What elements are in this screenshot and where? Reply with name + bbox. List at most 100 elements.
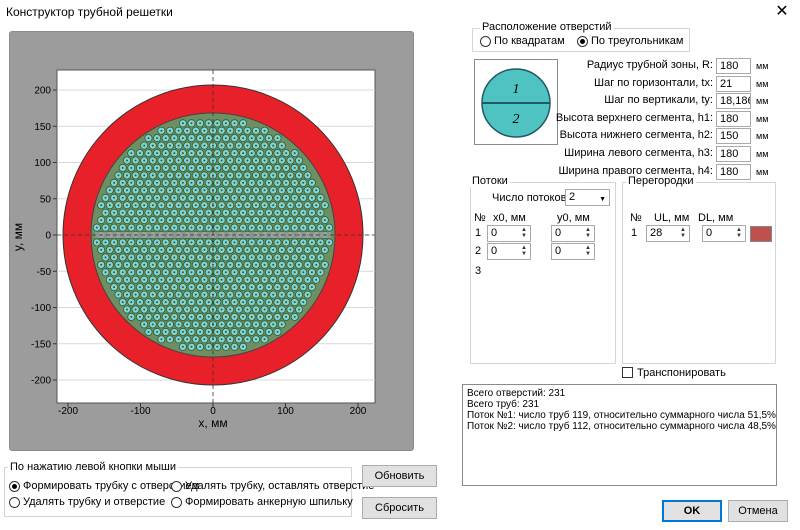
tube-center bbox=[160, 278, 163, 281]
tube-center bbox=[242, 181, 245, 184]
param-input[interactable]: 180 bbox=[716, 146, 751, 162]
tube-center bbox=[224, 166, 227, 169]
tube-center bbox=[229, 263, 232, 266]
tube-center bbox=[100, 263, 103, 266]
partition-color-swatch[interactable] bbox=[750, 226, 772, 242]
tube-center bbox=[319, 241, 322, 244]
tube-center bbox=[220, 204, 223, 207]
tube-center bbox=[186, 323, 189, 326]
results-log[interactable]: Всего отверстий: 231 Всего труб: 231 Поток… bbox=[462, 384, 777, 486]
tube-center bbox=[203, 338, 206, 341]
chevron-down-icon[interactable]: ▼ bbox=[599, 193, 606, 207]
spin-arrows-icon[interactable]: ▲ ▼ bbox=[519, 227, 529, 240]
tube-center bbox=[160, 338, 163, 341]
flow-y0-stepper[interactable]: 0 ▲ ▼ bbox=[551, 225, 595, 242]
partition-ul-stepper[interactable]: 28 ▲ ▼ bbox=[646, 225, 690, 242]
tube-center bbox=[147, 166, 150, 169]
partition-dl-stepper[interactable]: 0 ▲ ▼ bbox=[702, 225, 746, 242]
tube-center bbox=[177, 323, 180, 326]
tube-center bbox=[216, 345, 219, 348]
tube-center bbox=[272, 248, 275, 251]
tube-center bbox=[199, 301, 202, 304]
tube-center bbox=[134, 174, 137, 177]
tube-center bbox=[186, 308, 189, 311]
tube-center bbox=[177, 219, 180, 222]
tube-center bbox=[259, 226, 262, 229]
close-icon[interactable]: ✕ bbox=[768, 2, 796, 22]
tube-center bbox=[276, 196, 279, 199]
tube-center bbox=[272, 308, 275, 311]
flow-row-no: 2 bbox=[475, 245, 482, 257]
reset-button[interactable]: Сбросить bbox=[362, 497, 437, 519]
tube-center bbox=[151, 323, 154, 326]
radio-form-tube-hole[interactable] bbox=[9, 481, 20, 492]
flow-y0-stepper[interactable]: 0 ▲ ▼ bbox=[551, 243, 595, 260]
tube-center bbox=[100, 204, 103, 207]
tube-center bbox=[259, 330, 262, 333]
param-input[interactable]: 21 bbox=[716, 75, 751, 92]
tube-center bbox=[315, 263, 318, 266]
tube-center bbox=[323, 204, 326, 207]
tube-center bbox=[203, 159, 206, 162]
flow-x0-stepper[interactable]: 0 ▲ ▼ bbox=[487, 243, 531, 260]
tube-center bbox=[280, 323, 283, 326]
tube-center bbox=[151, 144, 154, 147]
param-input[interactable]: 180 bbox=[716, 58, 751, 74]
tube-center bbox=[293, 226, 296, 229]
tube-center bbox=[255, 204, 257, 207]
mouse-action-group-label: По нажатию левой кнопки мыши bbox=[8, 461, 178, 473]
radio-form-anchor[interactable] bbox=[171, 497, 182, 508]
tube-center bbox=[246, 144, 249, 147]
tube-center bbox=[147, 226, 150, 229]
tube-center bbox=[151, 308, 154, 311]
radio-triangle[interactable] bbox=[577, 36, 588, 47]
ok-button[interactable]: OK bbox=[662, 500, 722, 522]
param-input[interactable]: 180 bbox=[716, 163, 751, 180]
y-tick-label: -100 bbox=[31, 303, 51, 314]
tube-center bbox=[186, 278, 189, 281]
tube-center bbox=[293, 211, 296, 214]
param-label: Высота нижнего сегмента, h2: bbox=[559, 129, 713, 142]
param-input[interactable]: 150 bbox=[716, 128, 751, 145]
tube-center bbox=[181, 256, 184, 259]
tube-center bbox=[224, 345, 227, 348]
tube-center bbox=[216, 196, 219, 199]
cancel-button[interactable]: Отмена bbox=[728, 500, 788, 522]
tube-center bbox=[186, 293, 189, 296]
tube-center bbox=[224, 152, 227, 155]
transpose-checkbox[interactable] bbox=[622, 367, 633, 378]
tube-center bbox=[323, 248, 326, 251]
radio-square[interactable] bbox=[480, 36, 491, 47]
spin-arrows-icon[interactable]: ▲ ▼ bbox=[519, 245, 529, 258]
tube-center bbox=[156, 330, 159, 333]
segment-preview-graphic: 1 2 bbox=[481, 68, 551, 138]
spin-arrows-icon[interactable]: ▲ ▼ bbox=[583, 245, 593, 258]
tube-center bbox=[237, 144, 240, 147]
spin-arrows-icon[interactable]: ▲ ▼ bbox=[734, 227, 744, 240]
radio-remove-tube-keep-hole[interactable] bbox=[171, 481, 182, 492]
tube-center bbox=[328, 241, 331, 244]
tube-center bbox=[229, 189, 232, 192]
radio-remove-tube-and-hole[interactable] bbox=[9, 497, 20, 508]
tube-center bbox=[328, 226, 331, 229]
tube-center bbox=[250, 315, 253, 318]
spin-arrows-icon[interactable]: ▲ ▼ bbox=[583, 227, 593, 240]
tube-center bbox=[138, 315, 141, 318]
param-input[interactable]: 18,1865 bbox=[716, 93, 751, 110]
flow-x0-stepper[interactable]: 0 ▲ ▼ bbox=[487, 225, 531, 242]
tube-center bbox=[130, 241, 133, 244]
tube-center bbox=[246, 204, 249, 207]
refresh-button[interactable]: Обновить bbox=[362, 465, 437, 487]
tube-center bbox=[143, 323, 146, 326]
param-input[interactable]: 180 bbox=[716, 110, 751, 127]
tube-center bbox=[242, 122, 245, 125]
tube-center bbox=[302, 286, 305, 289]
tube-center bbox=[173, 241, 176, 244]
tube-center bbox=[147, 256, 150, 259]
spin-arrows-icon[interactable]: ▲ ▼ bbox=[678, 227, 688, 240]
tube-sheet-plot[interactable]: -200 -100 0 100 200200150100500-50-100-150-2… bbox=[0, 0, 420, 460]
tube-center bbox=[250, 301, 253, 304]
log-line: Поток №2: число труб 112, относительно с… bbox=[467, 421, 776, 432]
flows-count-select[interactable]: 2 ▼ bbox=[565, 189, 610, 206]
tube-center bbox=[224, 315, 227, 318]
